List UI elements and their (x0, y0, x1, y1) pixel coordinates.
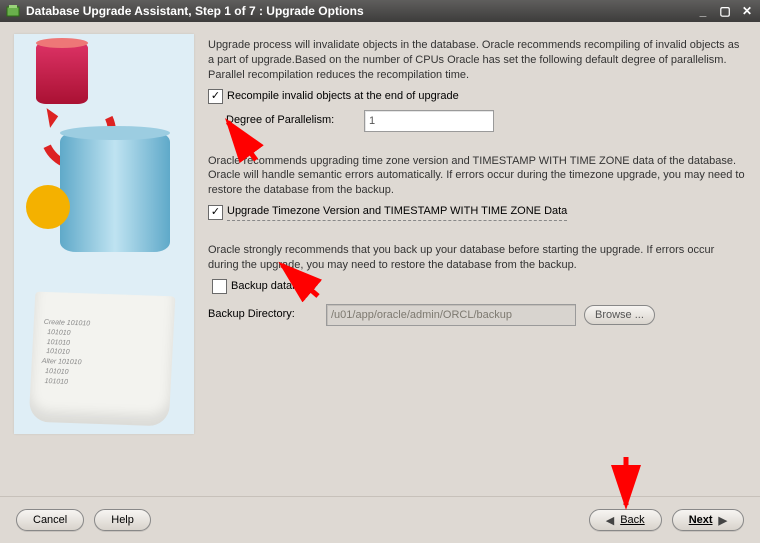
cancel-button-label: Cancel (33, 514, 67, 526)
maximize-icon[interactable]: ▢ (718, 4, 732, 18)
recompile-checkbox-label: Recompile invalid objects at the end of … (227, 89, 459, 104)
side-illustration: Create 101010 101010 101010 101010 Alter… (14, 34, 194, 434)
minimize-icon[interactable]: _ (696, 4, 710, 18)
app-icon (6, 4, 20, 18)
scroll-text: Create 101010 101010 101010 101010 Alter… (29, 292, 175, 417)
parallelism-input[interactable] (364, 110, 494, 132)
titlebar: Database Upgrade Assistant, Step 1 of 7 … (0, 0, 760, 22)
recompile-checkbox[interactable] (208, 89, 223, 104)
next-button[interactable]: Next ▶ (672, 509, 744, 531)
window-title: Database Upgrade Assistant, Step 1 of 7 … (26, 4, 688, 18)
back-button-label: Back (620, 514, 644, 526)
help-button-label: Help (111, 514, 134, 526)
backup-dir-label: Backup Directory: (208, 307, 318, 322)
browse-button[interactable]: Browse ... (584, 305, 655, 325)
backup-checkbox-label: Backup database (231, 279, 316, 294)
close-icon[interactable]: ✕ (740, 4, 754, 18)
backup-description: Oracle strongly recommends that you back… (208, 243, 746, 273)
footer: Cancel Help ◀ Back Next ▶ (0, 496, 760, 543)
next-button-label: Next (689, 514, 713, 526)
chevron-right-icon: ▶ (719, 514, 727, 527)
recompile-description: Upgrade process will invalidate objects … (208, 38, 746, 83)
help-button[interactable]: Help (94, 509, 151, 531)
timezone-checkbox-label: Upgrade Timezone Version and TIMESTAMP W… (227, 204, 567, 221)
timezone-checkbox[interactable] (208, 205, 223, 220)
backup-checkbox[interactable] (212, 279, 227, 294)
chevron-left-icon: ◀ (606, 514, 614, 527)
timezone-description: Oracle recommends upgrading time zone ve… (208, 154, 746, 199)
cancel-button[interactable]: Cancel (16, 509, 84, 531)
back-button[interactable]: ◀ Back (589, 509, 662, 531)
parallelism-label: Degree of Parallelism: (226, 113, 356, 128)
backup-dir-input (326, 304, 576, 326)
